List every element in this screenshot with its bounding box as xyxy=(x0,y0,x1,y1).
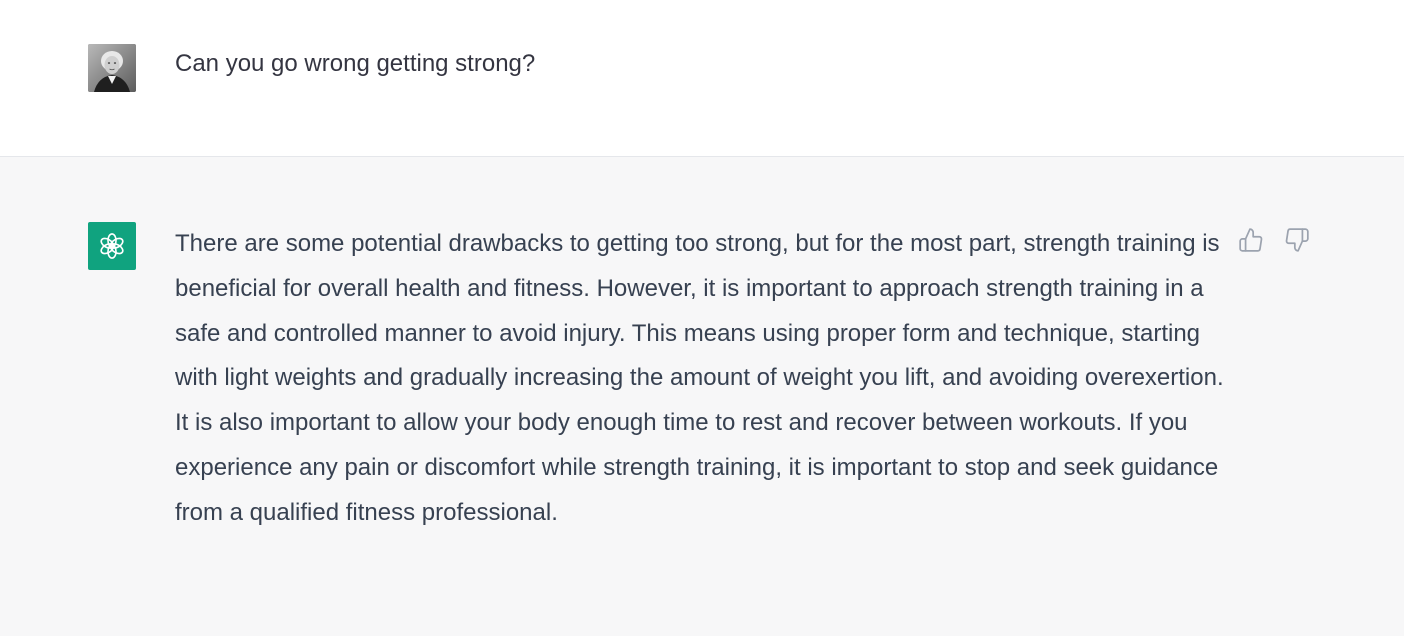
assistant-message-row: There are some potential drawbacks to ge… xyxy=(0,157,1404,636)
user-avatar xyxy=(88,44,136,92)
thumbs-down-icon xyxy=(1285,228,1309,252)
thumbs-up-button[interactable] xyxy=(1236,225,1266,255)
openai-logo-icon xyxy=(100,233,124,259)
user-message-text: Can you go wrong getting strong? xyxy=(175,50,536,77)
assistant-avatar xyxy=(88,222,136,270)
thumbs-up-icon xyxy=(1239,228,1263,252)
thumbs-down-button[interactable] xyxy=(1282,225,1312,255)
user-message-row: Can you go wrong getting strong? xyxy=(0,0,1404,157)
assistant-message-text: There are some potential drawbacks to ge… xyxy=(175,230,1224,526)
user-portrait-icon xyxy=(88,44,136,92)
